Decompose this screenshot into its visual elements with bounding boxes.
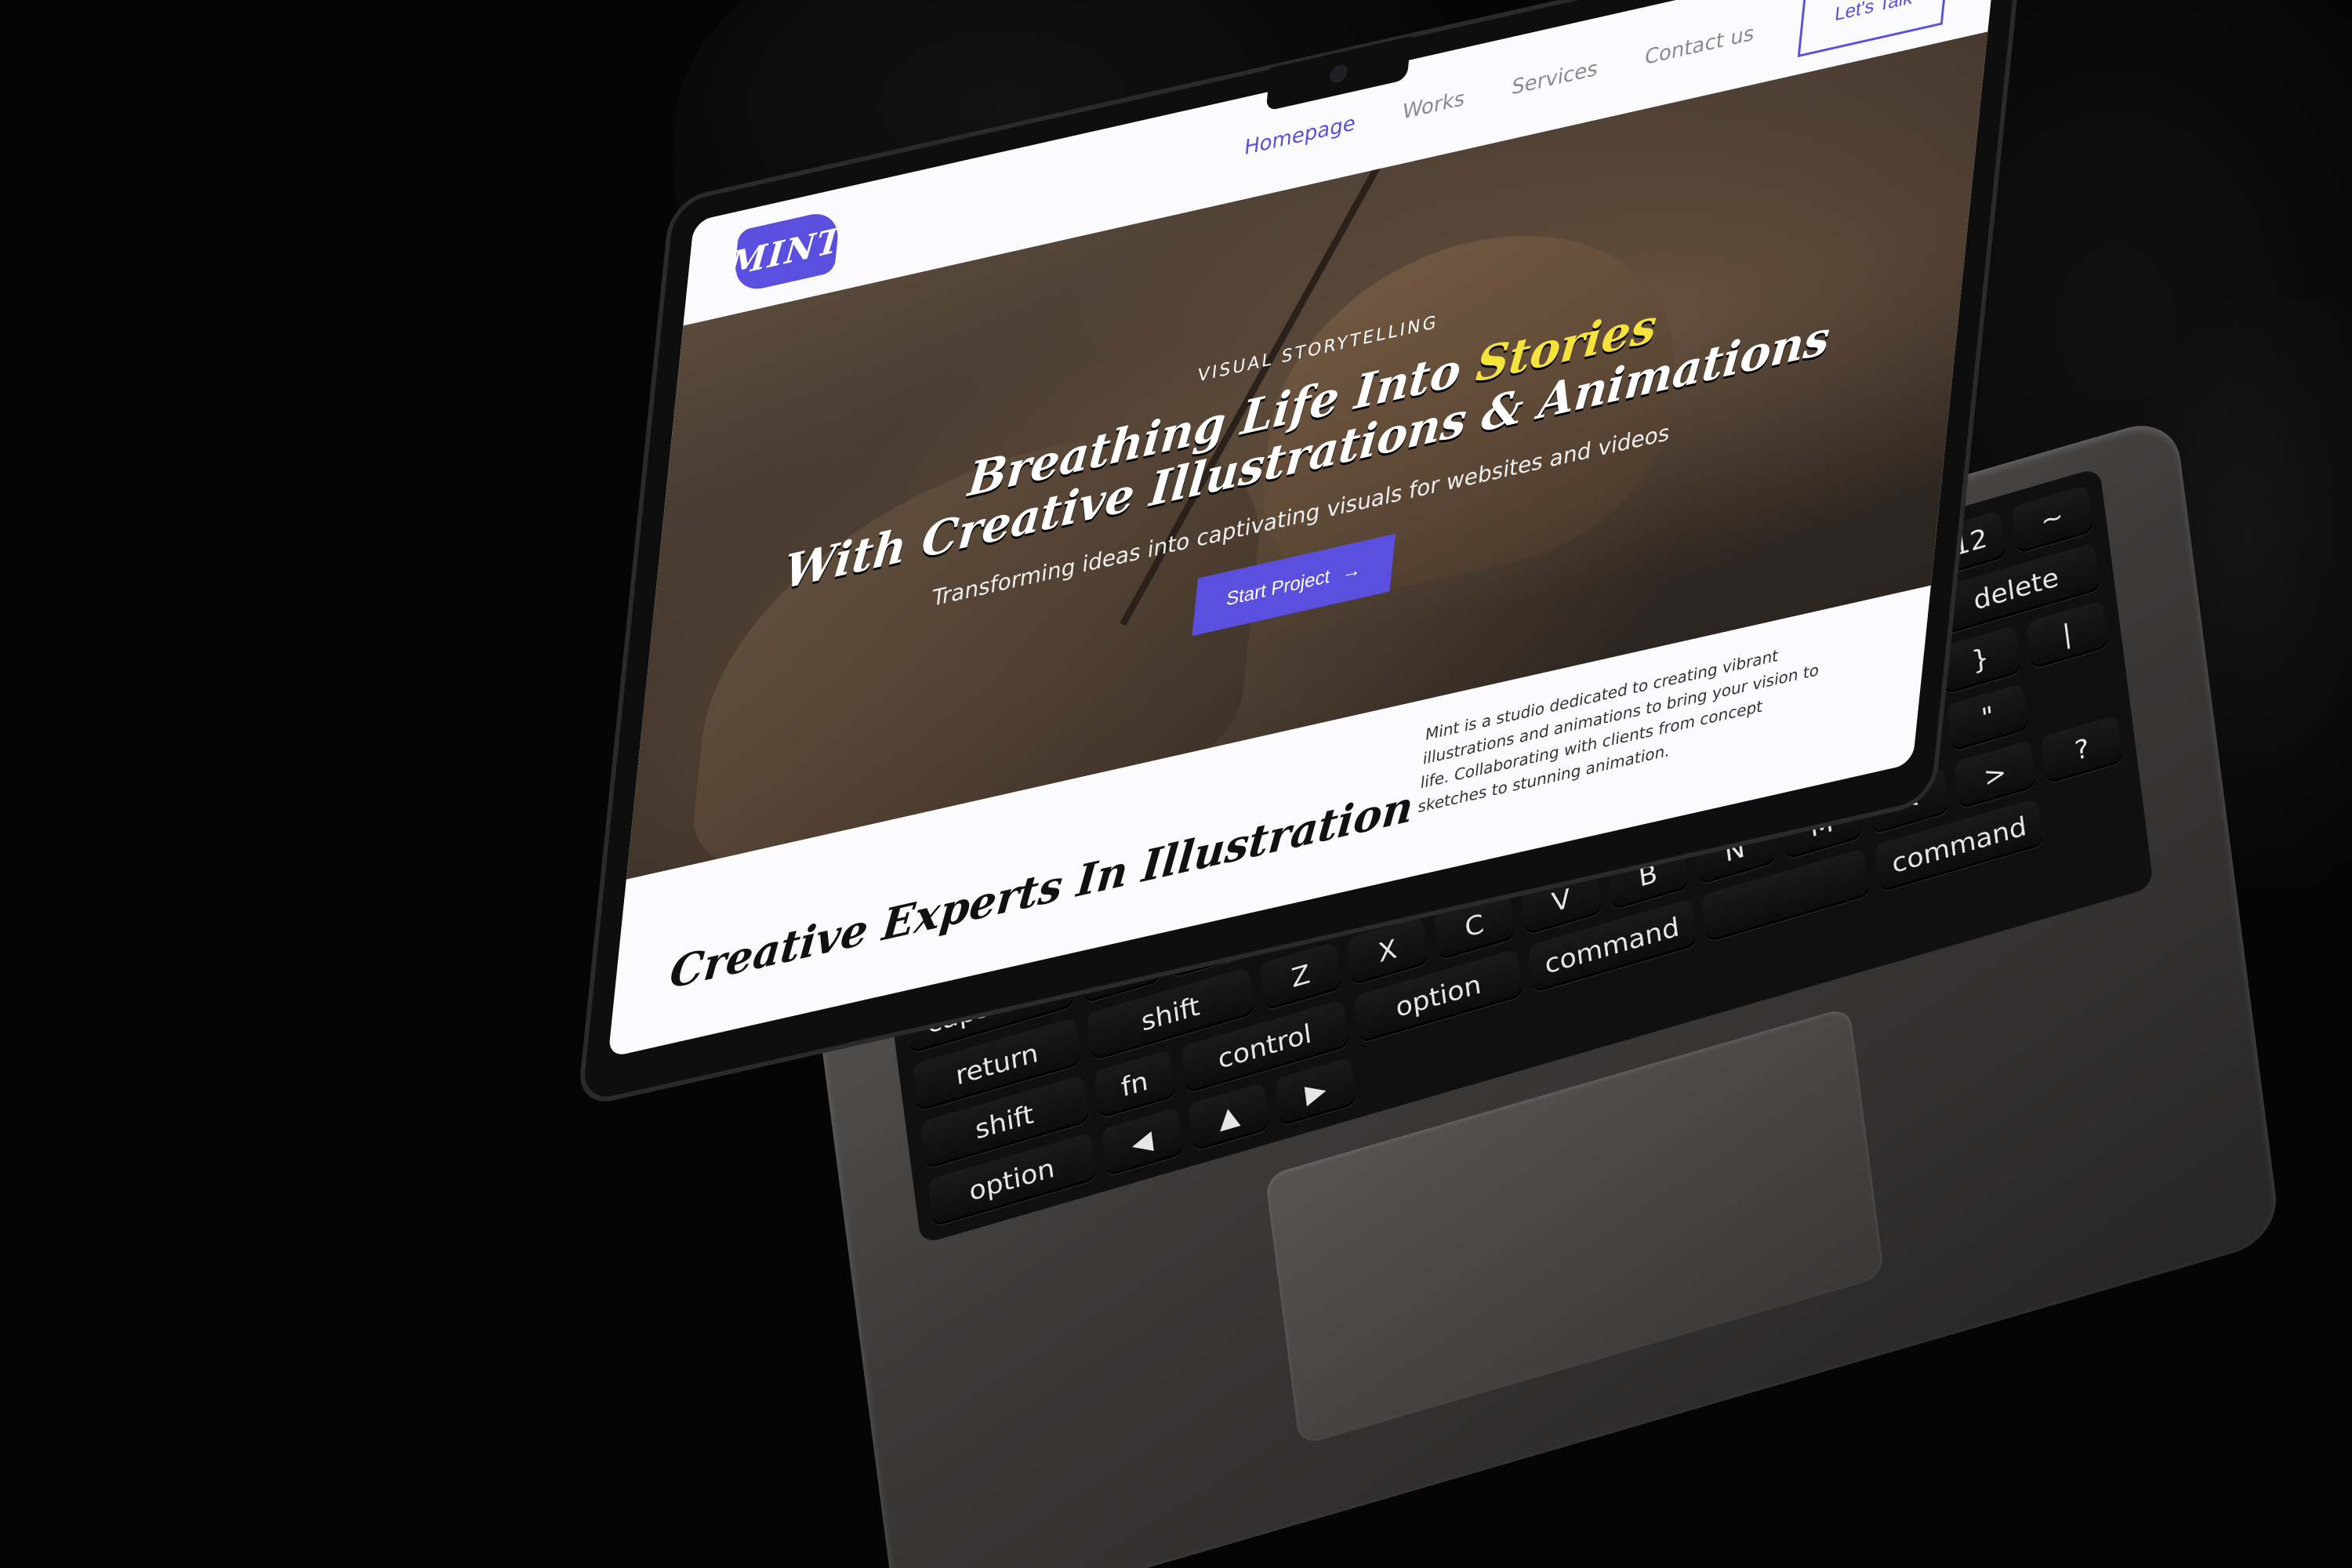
nav-item-contact[interactable]: Contact us (1643, 21, 1755, 70)
nav-item-homepage[interactable]: Homepage (1243, 111, 1357, 161)
key--[interactable]: ▶ (1274, 1057, 1357, 1127)
key--[interactable]: | (2026, 600, 2108, 670)
nav-item-works[interactable]: Works (1401, 86, 1466, 125)
key-z[interactable]: Z (1259, 942, 1342, 1011)
start-project-button[interactable]: Start Project → (1192, 533, 1396, 637)
key--[interactable]: > (1954, 740, 2037, 810)
nav-item-services[interactable]: Services (1511, 56, 1599, 100)
key--[interactable]: ▲ (1188, 1082, 1270, 1152)
key--[interactable]: ? (2041, 715, 2123, 785)
key--[interactable]: " (1947, 682, 2029, 753)
camera-icon (1331, 66, 1346, 82)
key--[interactable]: ◀ (1101, 1107, 1183, 1177)
arrow-right-icon: → (1341, 558, 1363, 585)
key--[interactable]: } (1939, 625, 2022, 695)
site-logo[interactable]: MINT (728, 208, 845, 296)
mockup-scene: escf1f2f3f4f5f6f7f8f9f10f11f12~123456789… (0, 0, 2352, 1568)
start-project-label: Start Project (1225, 565, 1331, 611)
key-fn[interactable]: fn (1094, 1050, 1176, 1120)
key--[interactable]: ~ (2011, 485, 2093, 554)
